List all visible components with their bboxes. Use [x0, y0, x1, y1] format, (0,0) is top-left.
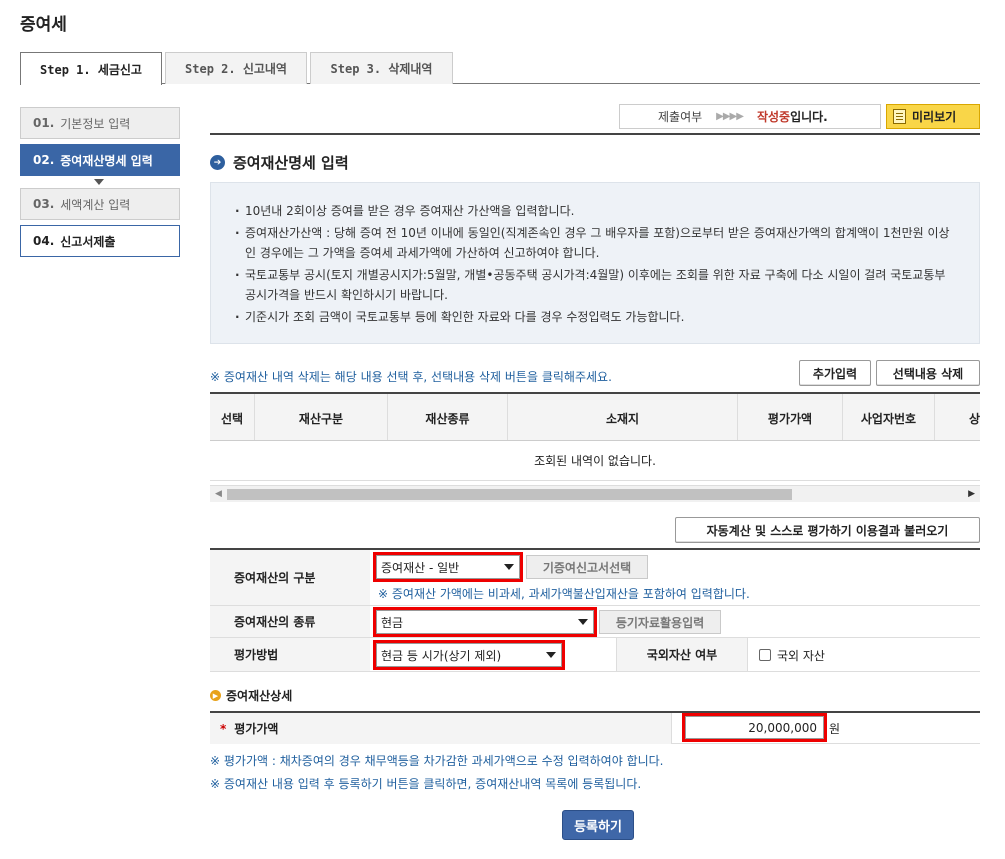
column-header: 소재지: [508, 394, 738, 440]
status-suffix: 입니다.: [790, 110, 828, 124]
required-star-icon: *: [220, 721, 227, 736]
tab-step3[interactable]: Step 3. 삭제내역: [310, 52, 453, 84]
submission-status: 제출여부 ▶▶▶▶ 작성중 입니다.: [619, 104, 881, 129]
highlight-box: [373, 640, 565, 670]
form-row-method: 평가방법 현금 등 시가(상기 제외) 국외자산 여부 국외 자산: [210, 638, 980, 672]
scroll-right-icon[interactable]: ▶: [968, 489, 975, 499]
checkbox-label: 국외 자산: [777, 649, 825, 663]
document-icon: [893, 109, 906, 124]
delete-selected-button[interactable]: 선택내용 삭제: [876, 360, 980, 386]
registry-data-button[interactable]: 등기자료활용입력: [599, 610, 721, 634]
add-entry-button[interactable]: 추가입력: [799, 360, 871, 386]
info-item: 증여재산가산액 : 당해 증여 전 10년 이내에 동일인(직계존속인 경우 그…: [235, 223, 957, 263]
highlight-box: [682, 713, 827, 742]
column-header: 사업자번호: [843, 394, 935, 440]
step-label: 세액계산 입력: [60, 197, 131, 212]
field-label: 증여재산의 종류: [210, 606, 370, 637]
page-title: 증여세: [20, 15, 67, 35]
highlight-box: [373, 552, 523, 582]
form-row-category: 증여재산의 구분 증여재산 - 일반 기증여신고서선택 ※ 증여재산 가액에는 …: [210, 550, 980, 606]
status-value: 작성중: [756, 110, 791, 124]
tab-step1[interactable]: Step 1. 세금신고: [20, 52, 162, 85]
sidebar-step-02[interactable]: 02. 증여재산명세 입력: [20, 144, 180, 176]
amount-label-text: 평가가액: [234, 722, 279, 736]
arrow-circle-icon: ➔: [210, 155, 225, 170]
step-number: 01.: [33, 116, 55, 130]
column-header: 평가가액: [738, 394, 843, 440]
empty-message: 조회된 내역이 없습니다.: [210, 441, 980, 481]
section-title: ➔ 증여재산명세 입력: [210, 152, 349, 173]
table-header: 선택 재산구분 재산종류 소재지 평가가액 사업자번호 상호: [210, 392, 980, 441]
amount-label: * 평가가액: [210, 713, 672, 744]
horizontal-scrollbar[interactable]: ◀ ▶: [210, 485, 980, 502]
divider: [210, 133, 980, 135]
step-tabs: Step 1. 세금신고 Step 2. 신고내역 Step 3. 삭제내역: [20, 52, 980, 85]
unit-label: 원: [829, 722, 841, 736]
scroll-left-icon[interactable]: ◀: [215, 489, 222, 499]
form-row-type: 증여재산의 종류 현금 등기자료활용입력: [210, 606, 980, 638]
step-number: 02.: [33, 153, 55, 167]
column-header: 재산종류: [388, 394, 508, 440]
detail-title: ▶ 증여재산상세: [210, 687, 292, 704]
delete-note: ※ 증여재산 내역 삭제는 해당 내용 선택 후, 선택내용 삭제 버튼을 클릭…: [210, 370, 612, 384]
info-box: 10년내 2회이상 증여를 받은 경우 증여재산 가산액을 입력합니다. 증여재…: [210, 182, 980, 344]
register-button[interactable]: 등록하기: [562, 810, 634, 840]
status-label: 제출여부: [658, 110, 703, 124]
field-label: 국외자산 여부: [616, 638, 748, 671]
section-title-text: 증여재산명세 입력: [233, 154, 349, 172]
preview-label: 미리보기: [912, 110, 957, 124]
category-note: ※ 증여재산 가액에는 비과세, 과세가액불산입재산을 포함하여 입력합니다.: [378, 587, 750, 601]
bottom-note: ※ 증여재산 내용 입력 후 등록하기 버튼을 클릭하면, 증여재산내역 목록에…: [210, 777, 642, 791]
foreign-asset-checkbox[interactable]: [759, 649, 771, 661]
column-header: 선택: [210, 394, 255, 440]
info-item: 국토교통부 공시(토지 개별공시지가:5월말, 개별•공동주택 공시가격:4월말…: [235, 265, 957, 305]
scrollbar-thumb[interactable]: [227, 489, 792, 500]
column-header: 재산구분: [255, 394, 388, 440]
status-arrows-icon: ▶▶▶▶: [716, 111, 744, 122]
tab-step2[interactable]: Step 2. 신고내역: [165, 52, 307, 84]
highlight-box: [373, 607, 597, 637]
bottom-note: ※ 평가가액 : 채차증여의 경우 채무액등을 차가감한 과세가액으로 수정 입…: [210, 754, 664, 768]
gift-property-form: 증여재산의 구분 증여재산 - 일반 기증여신고서선택 ※ 증여재산 가액에는 …: [210, 548, 980, 672]
field-label: 증여재산의 구분: [210, 550, 370, 605]
info-item: 10년내 2회이상 증여를 받은 경우 증여재산 가산액을 입력합니다.: [235, 201, 957, 221]
step-label: 증여재산명세 입력: [60, 153, 153, 168]
field-label: 평가방법: [210, 638, 370, 671]
step-label: 기본정보 입력: [60, 116, 131, 131]
sidebar-step-03[interactable]: 03. 세액계산 입력: [20, 188, 180, 220]
step-number: 04.: [33, 234, 55, 248]
sidebar-step-04[interactable]: 04. 신고서제출: [20, 225, 180, 257]
column-header: 상호: [968, 411, 980, 426]
info-item: 기준시가 조회 금액이 국토교통부 등에 확인한 자료와 다를 경우 수정입력도…: [235, 307, 957, 327]
preview-button[interactable]: 미리보기: [886, 104, 980, 129]
load-results-button[interactable]: 자동계산 및 스스로 평가하기 이용결과 불러오기: [675, 517, 980, 543]
step-label: 신고서제출: [60, 234, 116, 249]
prior-return-select-button[interactable]: 기증여신고서선택: [526, 555, 648, 579]
step-number: 03.: [33, 197, 55, 211]
detail-title-text: 증여재산상세: [226, 689, 293, 703]
sidebar-step-01[interactable]: 01. 기본정보 입력: [20, 107, 180, 139]
arrow-circle-icon: ▶: [210, 690, 221, 701]
step-arrow-icon: [94, 179, 104, 185]
amount-row: * 평가가액 20,000,000 원: [210, 711, 980, 744]
